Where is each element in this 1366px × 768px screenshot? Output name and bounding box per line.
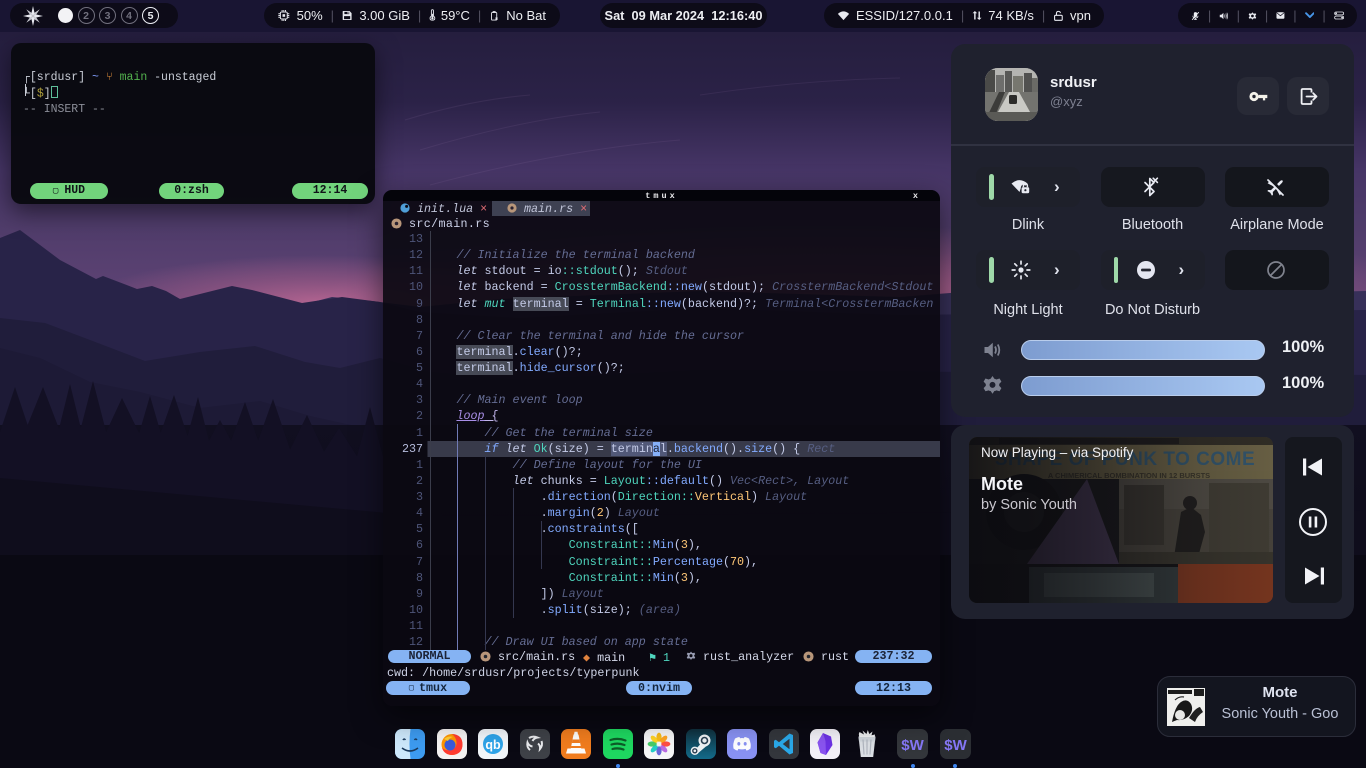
svg-text:$W: $W [901,737,924,754]
svg-text:qb: qb [485,738,501,752]
svg-text:$W: $W [944,737,967,754]
